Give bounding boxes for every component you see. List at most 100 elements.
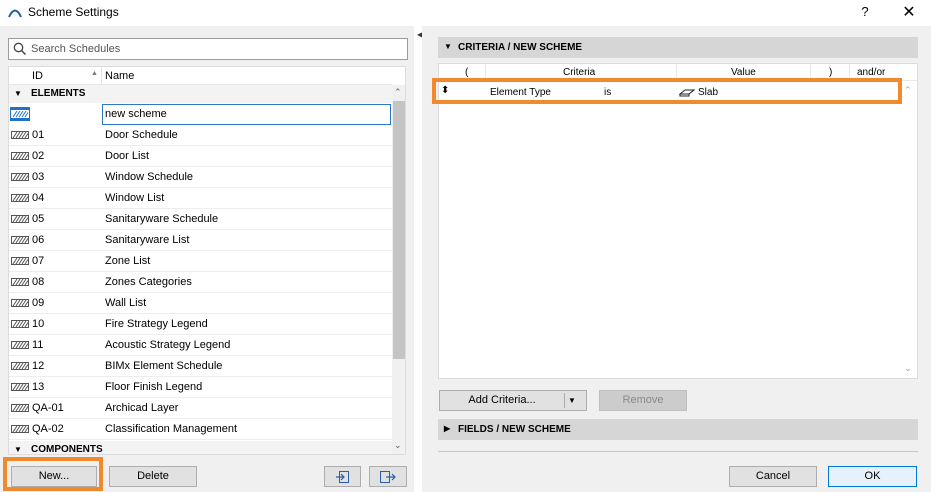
row-id: 05 bbox=[32, 213, 45, 225]
row-id-cell[interactable] bbox=[9, 104, 101, 125]
row-name: Zones Categories bbox=[105, 276, 192, 288]
search-icon bbox=[13, 42, 27, 56]
row-name: Door List bbox=[105, 150, 150, 162]
fields-section-label: FIELDS / NEW SCHEME bbox=[458, 424, 571, 435]
search-placeholder: Search Schedules bbox=[31, 43, 121, 55]
fields-section-bar[interactable]: ▶ FIELDS / NEW SCHEME bbox=[438, 419, 918, 440]
group-elements-label: ELEMENTS bbox=[31, 88, 86, 99]
collapse-triangle-icon[interactable]: ▼ bbox=[14, 89, 22, 98]
row-id: 01 bbox=[32, 129, 45, 141]
scheme-name-edit-field[interactable]: new scheme bbox=[102, 104, 391, 125]
row-id: 09 bbox=[32, 297, 45, 309]
schedule-hatch-icon bbox=[11, 152, 29, 160]
schedule-hatch-icon bbox=[11, 173, 29, 181]
row-name: Archicad Layer bbox=[105, 402, 179, 414]
list-row[interactable]: QA-02 Classification Management bbox=[9, 419, 392, 440]
scheme-name-value: new scheme bbox=[105, 108, 167, 120]
row-id: 06 bbox=[32, 234, 45, 246]
import-button[interactable] bbox=[324, 466, 361, 487]
row-name: Classification Management bbox=[105, 423, 238, 435]
list-row[interactable]: 11 Acoustic Strategy Legend bbox=[9, 335, 392, 356]
search-input[interactable]: Search Schedules bbox=[8, 38, 408, 60]
column-id-header[interactable]: ID bbox=[32, 70, 43, 82]
schedule-hatch-icon bbox=[11, 257, 29, 265]
row-name: Sanitaryware List bbox=[105, 234, 190, 246]
export-icon bbox=[380, 471, 396, 483]
row-id: 08 bbox=[32, 276, 45, 288]
archicad-arc-icon bbox=[8, 9, 22, 18]
header-close-paren: ) bbox=[829, 67, 833, 78]
scrollbar-thumb[interactable] bbox=[393, 101, 405, 359]
list-row[interactable]: 07 Zone List bbox=[9, 251, 392, 272]
list-header: ID ▲ Name bbox=[9, 67, 392, 85]
split-divider bbox=[564, 393, 565, 408]
scroll-up-icon[interactable]: ⌃ bbox=[394, 87, 402, 98]
criteria-section-bar[interactable]: ▼ CRITERIA / NEW SCHEME bbox=[438, 37, 918, 58]
criteria-table[interactable]: ( Criteria Value ) and/or ⬍ Element Type… bbox=[438, 63, 918, 379]
list-row[interactable]: 06 Sanitaryware List bbox=[9, 230, 392, 251]
schedule-hatch-icon bbox=[11, 362, 29, 370]
row-name: Floor Finish Legend bbox=[105, 381, 203, 393]
header-open-paren: ( bbox=[465, 67, 469, 78]
row-id: 07 bbox=[32, 255, 45, 267]
row-id: 13 bbox=[32, 381, 45, 393]
schedule-hatch-icon bbox=[11, 299, 29, 307]
scheme-list[interactable]: ID ▲ Name ▼ ELEMENTS new scheme 01 Door S… bbox=[8, 66, 406, 455]
schedule-hatch-icon bbox=[11, 320, 29, 328]
list-scrollbar[interactable]: ⌃ ⌄ bbox=[392, 85, 405, 454]
schedule-hatch-icon bbox=[11, 404, 29, 412]
expand-triangle-icon[interactable]: ▶ bbox=[444, 424, 450, 433]
list-row[interactable]: 09 Wall List bbox=[9, 293, 392, 314]
export-button[interactable] bbox=[369, 466, 407, 487]
list-row[interactable]: 01 Door Schedule bbox=[9, 125, 392, 146]
collapse-triangle-icon[interactable]: ▼ bbox=[14, 445, 22, 454]
list-row[interactable]: 02 Door List bbox=[9, 146, 392, 167]
dropdown-arrow-icon[interactable]: ▼ bbox=[568, 391, 576, 410]
ok-button[interactable]: OK bbox=[828, 466, 917, 487]
pane-splitter[interactable] bbox=[414, 26, 422, 492]
row-name: Window Schedule bbox=[105, 171, 194, 183]
cancel-button[interactable]: Cancel bbox=[729, 466, 817, 487]
group-components[interactable]: ▼ COMPONENTS bbox=[9, 441, 392, 454]
schedule-hatch-icon bbox=[11, 110, 29, 118]
list-row[interactable]: 08 Zones Categories bbox=[9, 272, 392, 293]
scroll-down-icon[interactable]: ⌄ bbox=[394, 440, 402, 451]
list-row[interactable]: 10 Fire Strategy Legend bbox=[9, 314, 392, 335]
row-name: BIMx Element Schedule bbox=[105, 360, 223, 372]
list-row-new-scheme[interactable]: new scheme bbox=[9, 104, 392, 125]
column-divider[interactable] bbox=[101, 67, 102, 85]
remove-button[interactable]: Remove bbox=[599, 390, 687, 411]
list-row[interactable]: 05 Sanitaryware Schedule bbox=[9, 209, 392, 230]
collapse-triangle-icon[interactable]: ▼ bbox=[444, 42, 452, 51]
schedule-hatch-icon bbox=[11, 194, 29, 202]
scroll-up-icon[interactable]: ⌃ bbox=[904, 85, 912, 96]
delete-button[interactable]: Delete bbox=[109, 466, 197, 487]
list-row[interactable]: 13 Floor Finish Legend bbox=[9, 377, 392, 398]
row-id: 12 bbox=[32, 360, 45, 372]
row-name: Sanitaryware Schedule bbox=[105, 213, 219, 225]
list-row[interactable]: 12 BIMx Element Schedule bbox=[9, 356, 392, 377]
help-button[interactable]: ? bbox=[857, 4, 873, 19]
column-name-header[interactable]: Name bbox=[105, 70, 134, 82]
row-name: Window List bbox=[105, 192, 165, 204]
row-name: Wall List bbox=[105, 297, 147, 309]
scroll-down-icon[interactable]: ⌄ bbox=[904, 363, 912, 374]
row-id: 10 bbox=[32, 318, 45, 330]
row-name: Acoustic Strategy Legend bbox=[105, 339, 231, 351]
header-value: Value bbox=[731, 67, 756, 78]
list-row[interactable]: 04 Window List bbox=[9, 188, 392, 209]
header-andor: and/or bbox=[857, 67, 886, 78]
schedule-hatch-icon bbox=[11, 341, 29, 349]
list-row[interactable]: QA-01 Archicad Layer bbox=[9, 398, 392, 419]
divider bbox=[438, 451, 918, 452]
close-button[interactable]: ✕ bbox=[900, 2, 918, 22]
schedule-hatch-icon bbox=[11, 383, 29, 391]
schedule-hatch-icon bbox=[11, 131, 29, 139]
schedule-hatch-icon bbox=[11, 236, 29, 244]
sort-asc-icon[interactable]: ▲ bbox=[91, 70, 98, 77]
list-row[interactable]: 03 Window Schedule bbox=[9, 167, 392, 188]
row-id: 04 bbox=[32, 192, 45, 204]
new-button-highlight bbox=[3, 457, 103, 491]
group-elements[interactable]: ▼ ELEMENTS bbox=[9, 85, 392, 103]
add-criteria-button[interactable]: Add Criteria... ▼ bbox=[439, 390, 587, 411]
